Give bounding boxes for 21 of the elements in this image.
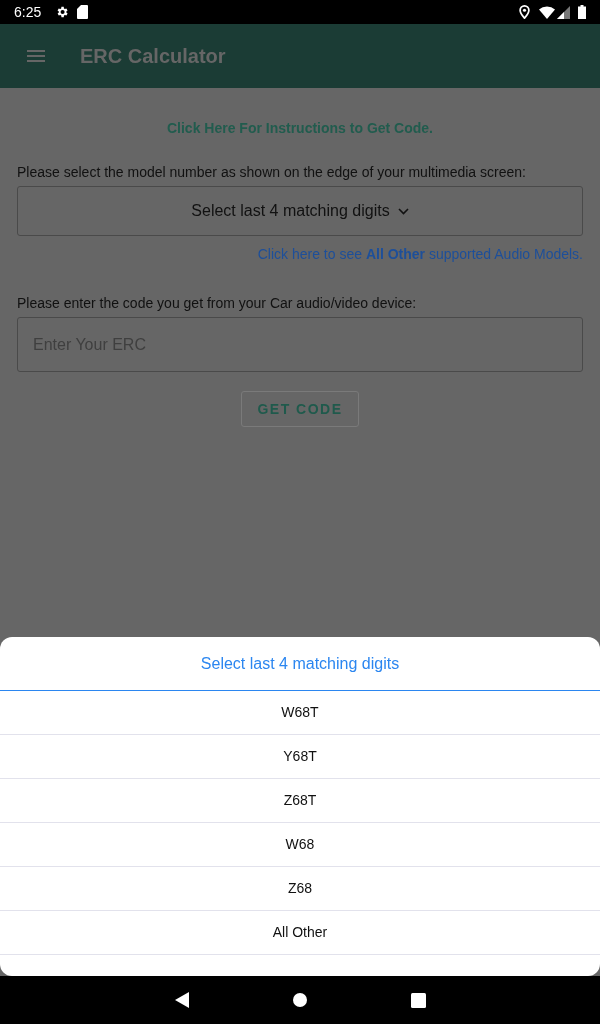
picker-option[interactable]: W68 [0,823,600,867]
picker-option[interactable]: All Other [0,911,600,955]
wifi-icon [539,5,555,19]
picker-option[interactable]: W68T [0,691,600,735]
sd-card-icon [77,5,89,19]
code-label: Please enter the code you get from your Car audio/video device: [17,294,418,313]
app-title: ERC Calculator [80,46,226,66]
back-icon[interactable] [174,992,189,1008]
picker-title: Select last 4 matching digits [200,653,400,674]
battery-icon [578,5,586,19]
location-pin-icon [519,5,530,19]
gear-icon [55,5,70,19]
chevron-down-icon [397,207,409,215]
picker-option[interactable]: Z68T [0,779,600,823]
picker-option[interactable]: Z68 [0,867,600,911]
home-icon[interactable] [292,993,307,1007]
picker-option[interactable]: Y68T [0,735,600,779]
signal-icon [557,5,570,19]
status-time: 6:25 [14,5,42,19]
model-label: Please select the model number as shown on the edge of your multimedia screen: [17,163,527,182]
recents-icon[interactable] [410,992,426,1008]
